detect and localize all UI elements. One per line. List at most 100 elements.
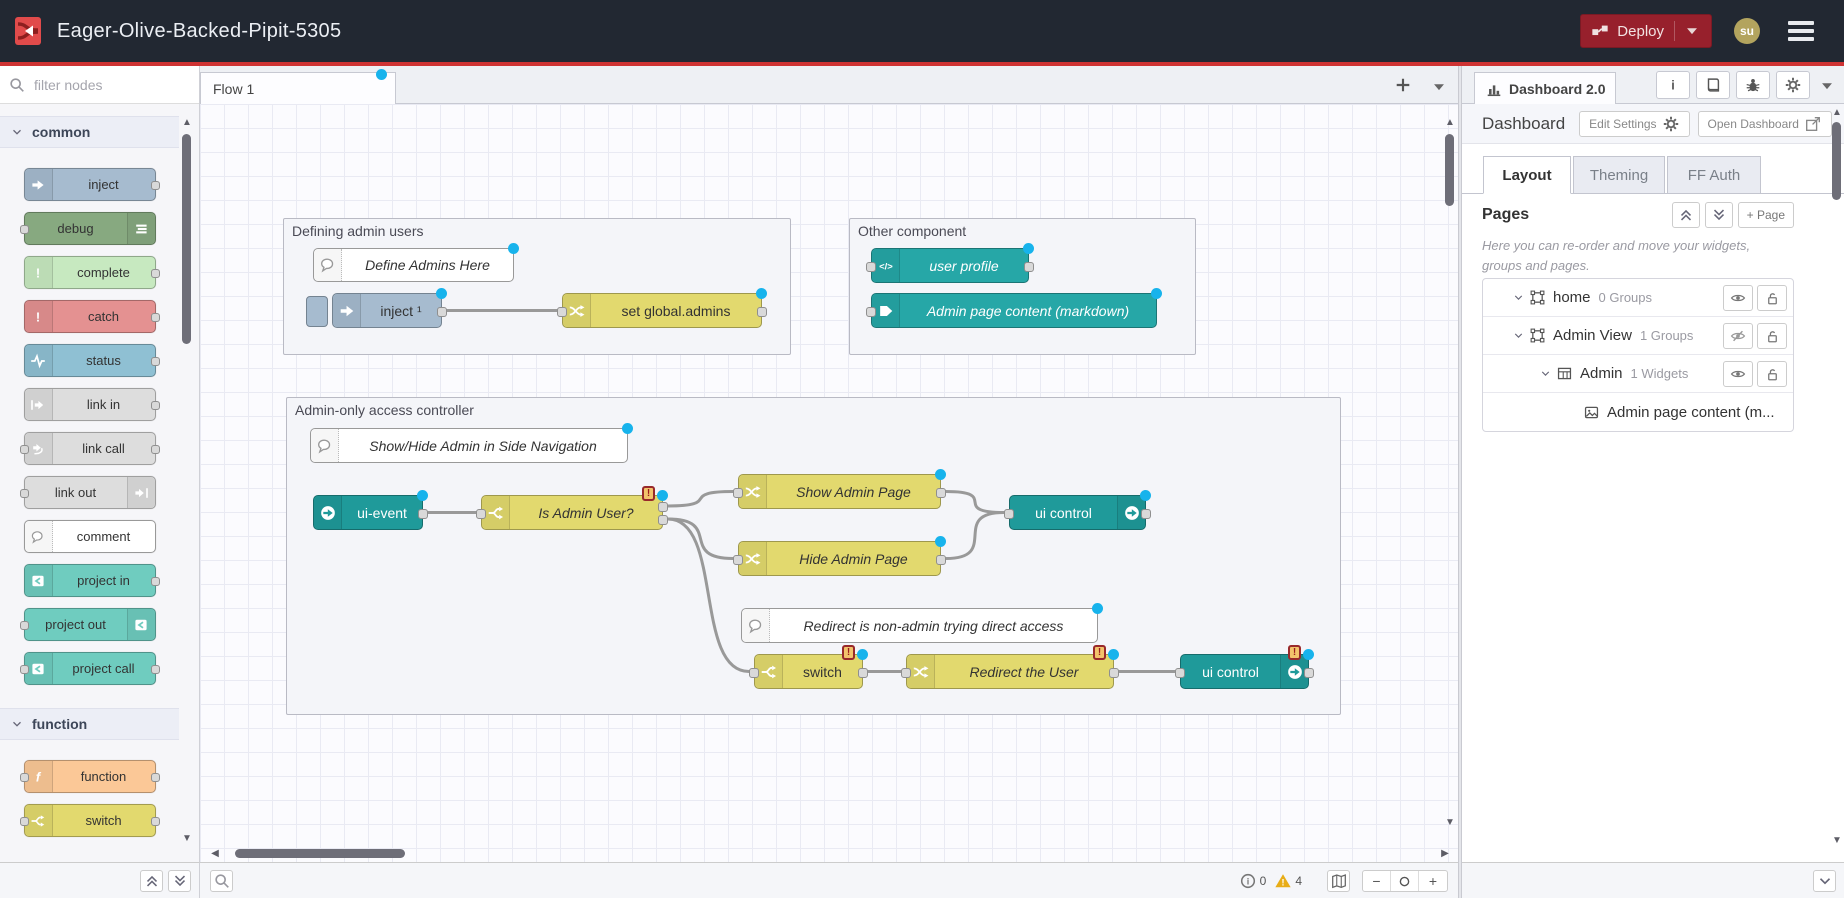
- node-input-port[interactable]: [901, 668, 911, 678]
- visibility-button-eye-slash-icon[interactable]: [1723, 323, 1753, 349]
- zoom-out-button[interactable]: −: [1363, 871, 1391, 891]
- lock-button-unlock-icon[interactable]: [1757, 323, 1787, 349]
- visibility-button-eye-icon[interactable]: [1723, 361, 1753, 387]
- flow-node-is-admin-user[interactable]: Is Admin User?!: [481, 495, 663, 530]
- palette-node-project-out[interactable]: project out: [24, 608, 156, 641]
- palette-node-project-in[interactable]: project in: [24, 564, 156, 597]
- node-input-port[interactable]: [1175, 668, 1185, 678]
- palette-node-inject[interactable]: inject: [24, 168, 156, 201]
- tree-row-admin-view[interactable]: Admin View1 Groups: [1483, 317, 1793, 355]
- flow-node-admin-page-content-markdown[interactable]: Admin page content (markdown): [871, 293, 1157, 328]
- flow-group-defining-admin-users[interactable]: Defining admin users: [283, 218, 791, 355]
- flow-node-ui-event[interactable]: ui-event: [313, 495, 423, 530]
- config-tab-button[interactable]: [1776, 71, 1810, 99]
- node-output-port[interactable]: [936, 488, 946, 498]
- palette-category-common[interactable]: common: [0, 116, 179, 148]
- flow-node-show-admin-page[interactable]: Show Admin Page: [738, 474, 941, 509]
- node-input-port[interactable]: [20, 489, 29, 498]
- tree-row-admin-page-content-m[interactable]: Admin page content (m...: [1483, 393, 1793, 431]
- tree-row-admin[interactable]: Admin1 Widgets: [1483, 355, 1793, 393]
- palette-node-complete[interactable]: !complete: [24, 256, 156, 289]
- zoom-in-button[interactable]: +: [1419, 871, 1447, 891]
- node-output-port[interactable]: [936, 555, 946, 565]
- palette-node-switch[interactable]: switch: [24, 804, 156, 837]
- palette-node-link-call[interactable]: link call: [24, 432, 156, 465]
- lock-button-unlock-icon[interactable]: [1757, 361, 1787, 387]
- node-output-port[interactable]: [151, 313, 160, 322]
- deploy-caret-icon[interactable]: [1683, 22, 1701, 40]
- chevron-down-icon[interactable]: [1511, 291, 1525, 304]
- visibility-button-eye-icon[interactable]: [1723, 285, 1753, 311]
- node-output-port[interactable]: [151, 665, 160, 674]
- menu-icon[interactable]: [1788, 21, 1814, 41]
- sidebar-collapse-button[interactable]: [1813, 870, 1836, 892]
- flow-node-ui-control[interactable]: ui control: [1009, 495, 1146, 530]
- palette-node-debug[interactable]: debug: [24, 212, 156, 245]
- tab-dashboard-2[interactable]: Dashboard 2.0: [1474, 72, 1616, 104]
- node-input-port[interactable]: [866, 262, 876, 272]
- palette-node-link-in[interactable]: link in: [24, 388, 156, 421]
- debug-tab-button[interactable]: [1736, 71, 1770, 99]
- palette-collapse-all-button[interactable]: [140, 870, 163, 892]
- help-tab-button[interactable]: [1696, 71, 1730, 99]
- palette-scrollbar[interactable]: ▲ ▼: [180, 104, 194, 862]
- edit-settings-button[interactable]: Edit Settings: [1579, 111, 1689, 137]
- flow-group-other-component[interactable]: Other component: [849, 218, 1196, 355]
- info-tab-button[interactable]: i: [1656, 71, 1690, 99]
- sidebar-scrollbar[interactable]: ▲ ▼: [1830, 104, 1844, 862]
- flow-comment-define-admins-here[interactable]: Define Admins Here: [313, 248, 514, 282]
- zoom-reset-button[interactable]: [1391, 871, 1419, 891]
- node-input-port[interactable]: [749, 668, 759, 678]
- deploy-button[interactable]: Deploy: [1580, 14, 1712, 48]
- tab-flow-1[interactable]: Flow 1: [200, 72, 396, 104]
- node-output-port[interactable]: [151, 817, 160, 826]
- node-output-port[interactable]: [1024, 262, 1034, 272]
- chevron-down-icon[interactable]: [1538, 367, 1552, 380]
- flow-canvas[interactable]: Defining admin users Other componentAdmin…: [200, 104, 1458, 862]
- node-input-port[interactable]: [20, 817, 29, 826]
- node-input-port[interactable]: [20, 621, 29, 630]
- palette-node-catch[interactable]: !catch: [24, 300, 156, 333]
- node-output-port[interactable]: [151, 445, 160, 454]
- palette-node-project-call[interactable]: project call: [24, 652, 156, 685]
- flow-node-redirect-the-user[interactable]: Redirect the User!: [906, 654, 1114, 689]
- node-input-port[interactable]: [20, 225, 29, 234]
- tab-layout[interactable]: Layout: [1483, 156, 1571, 194]
- navigator-button[interactable]: [1327, 870, 1350, 892]
- sidebar-tab-list-button[interactable]: [1818, 77, 1836, 100]
- move-page-down-button[interactable]: [1705, 202, 1733, 228]
- flow-node-inject[interactable]: inject ¹: [332, 293, 442, 328]
- node-output-port[interactable]: [151, 577, 160, 586]
- node-output-port[interactable]: [658, 515, 668, 525]
- open-dashboard-button[interactable]: Open Dashboard: [1698, 111, 1832, 137]
- node-input-port[interactable]: [476, 509, 486, 519]
- palette-node-link-out[interactable]: link out: [24, 476, 156, 509]
- avatar[interactable]: su: [1734, 18, 1760, 44]
- node-input-port[interactable]: [20, 773, 29, 782]
- node-output-port[interactable]: [757, 307, 767, 317]
- node-output-port[interactable]: [151, 269, 160, 278]
- add-flow-button[interactable]: [1394, 76, 1414, 96]
- node-output-port[interactable]: [151, 357, 160, 366]
- node-input-port[interactable]: [1004, 509, 1014, 519]
- node-output-port[interactable]: [1109, 668, 1119, 678]
- tab-ff-auth[interactable]: FF Auth: [1667, 156, 1761, 194]
- palette-node-status[interactable]: status: [24, 344, 156, 377]
- palette-category-function[interactable]: function: [0, 708, 179, 740]
- node-output-port[interactable]: [1141, 509, 1151, 519]
- node-output-port[interactable]: [437, 307, 447, 317]
- flow-node-ui-control[interactable]: ui control!: [1180, 654, 1309, 689]
- node-output-port[interactable]: [151, 773, 160, 782]
- node-output-port[interactable]: [151, 181, 160, 190]
- node-output-port[interactable]: [151, 401, 160, 410]
- inject-button[interactable]: [306, 296, 328, 327]
- flow-list-button[interactable]: [1430, 78, 1446, 94]
- flow-node-hide-admin-page[interactable]: Hide Admin Page: [738, 541, 941, 576]
- node-input-port[interactable]: [557, 307, 567, 317]
- canvas-horizontal-scrollbar[interactable]: ◀ ▶: [200, 846, 1458, 862]
- palette-expand-all-button[interactable]: [168, 870, 191, 892]
- tab-theming[interactable]: Theming: [1573, 156, 1665, 194]
- node-output-port[interactable]: [658, 502, 668, 512]
- palette-node-function[interactable]: ffunction: [24, 760, 156, 793]
- node-input-port[interactable]: [733, 488, 743, 498]
